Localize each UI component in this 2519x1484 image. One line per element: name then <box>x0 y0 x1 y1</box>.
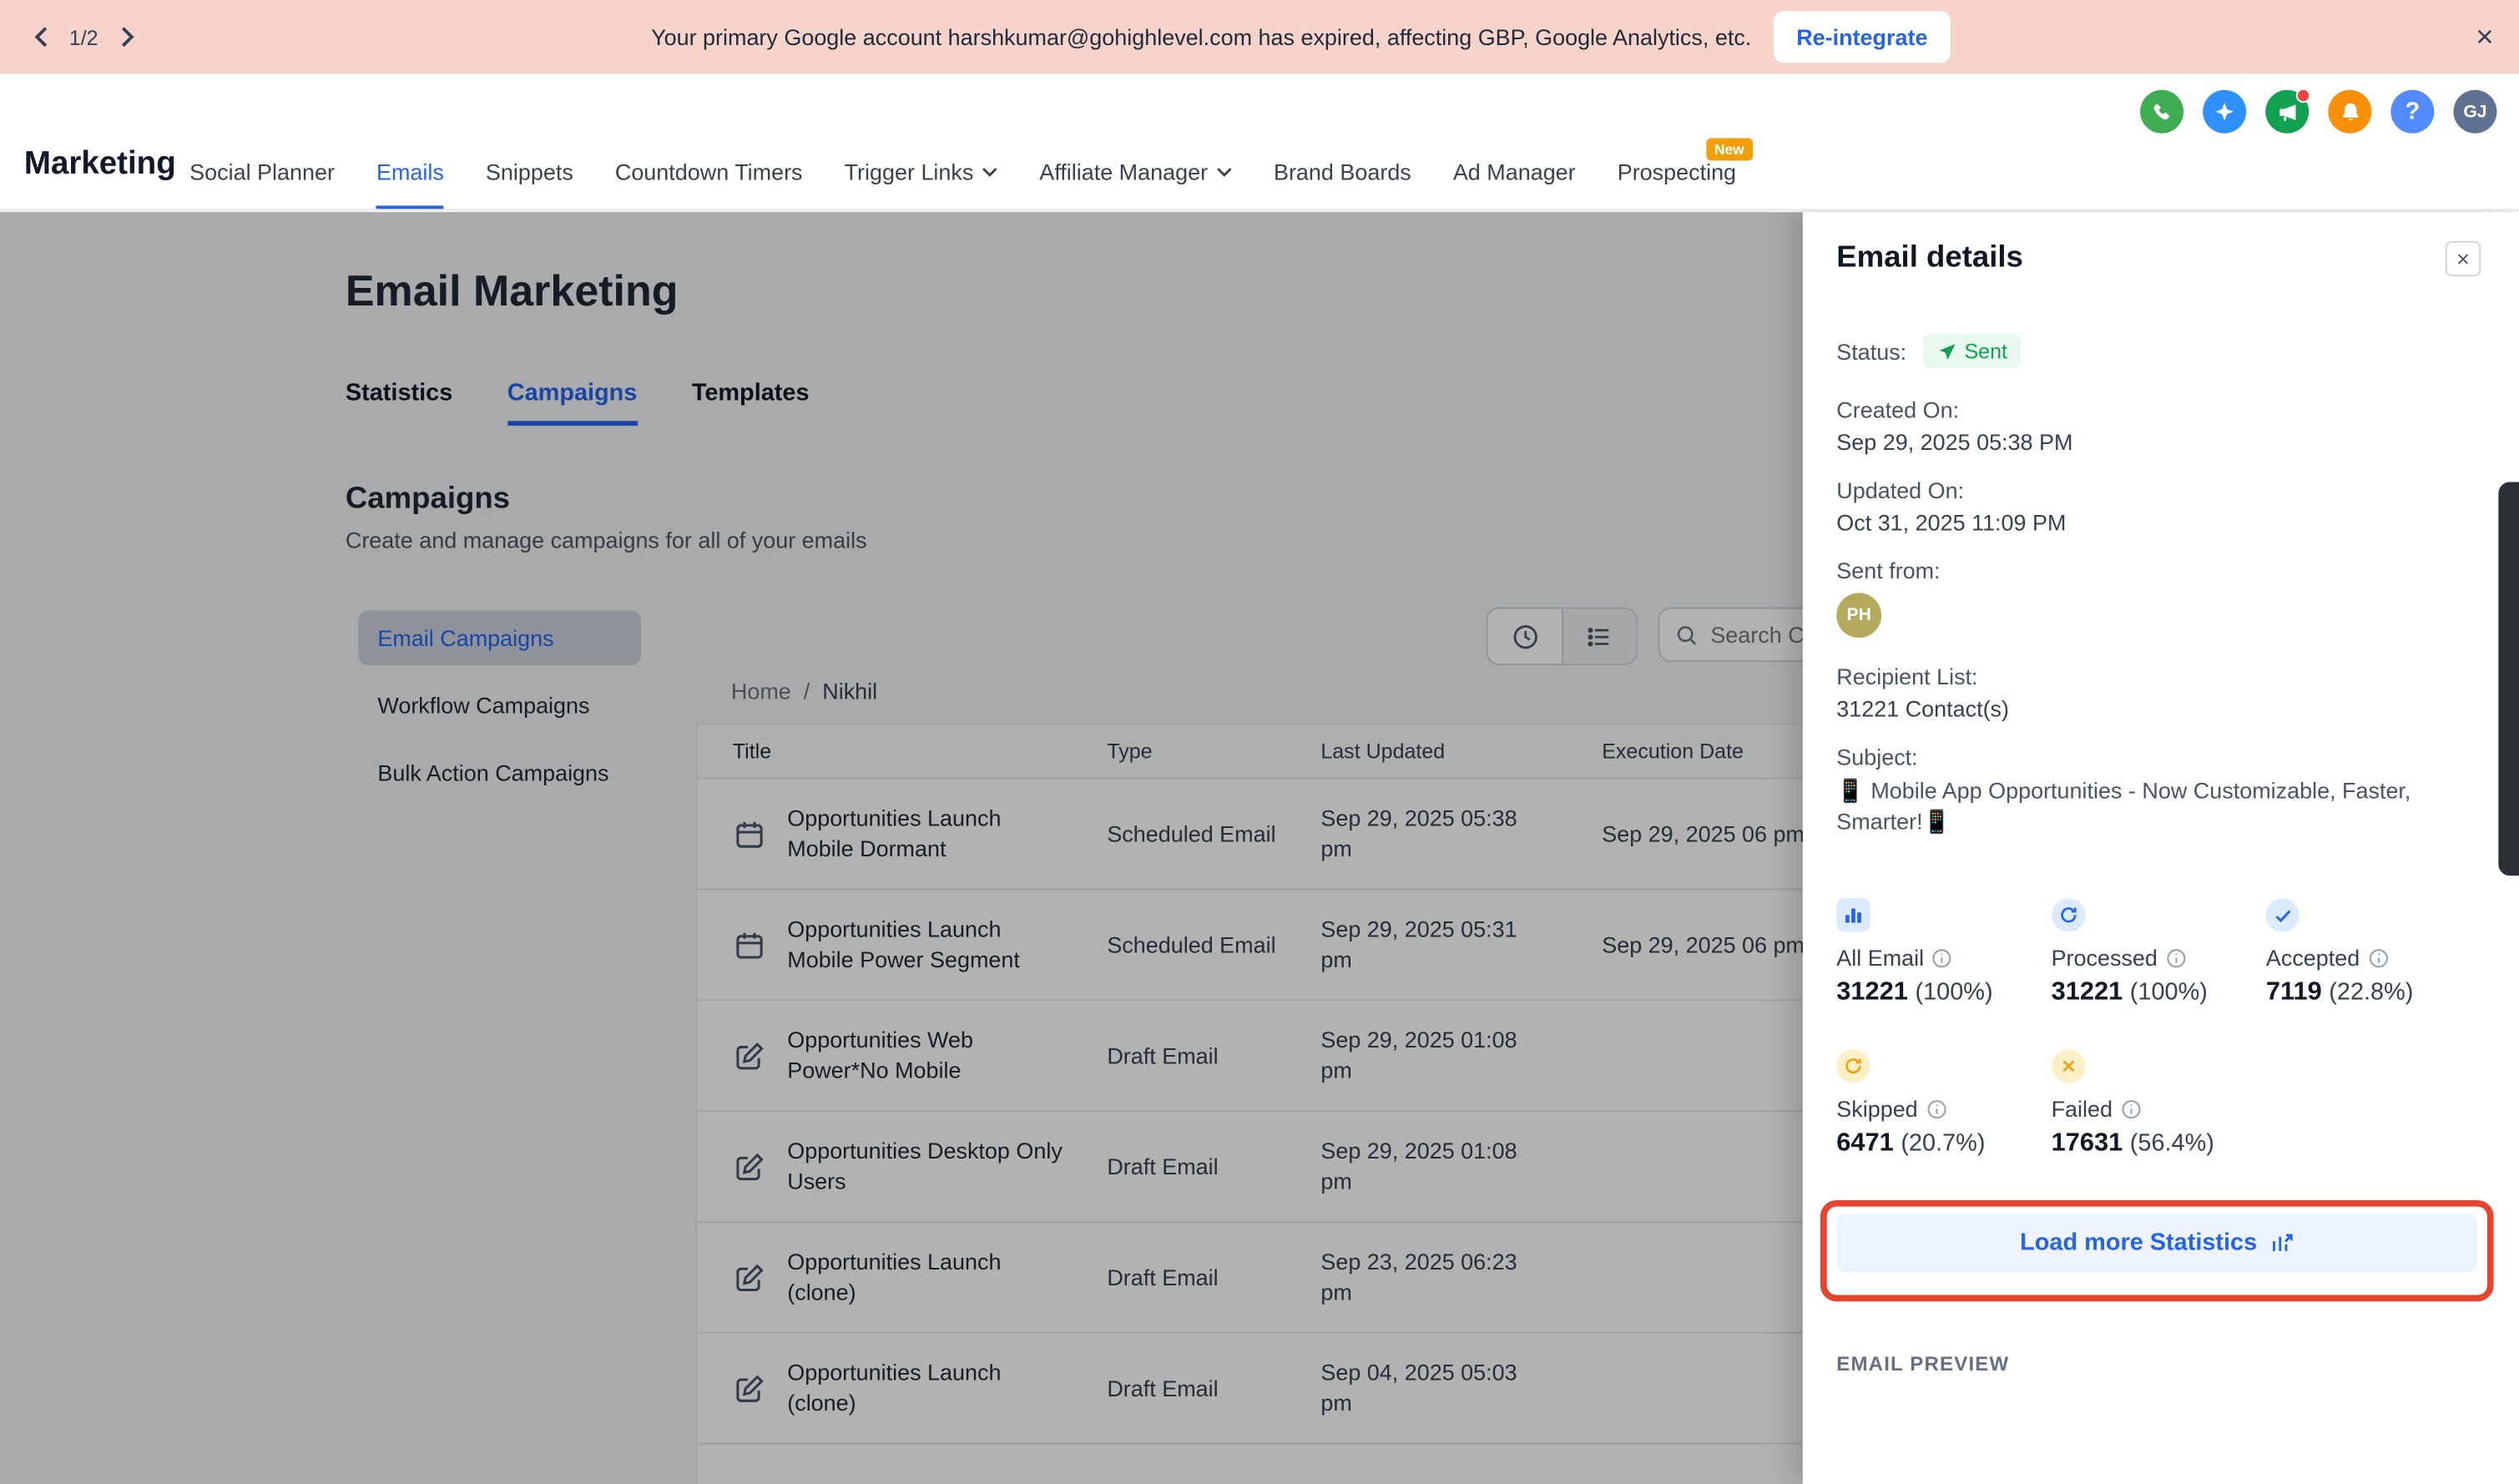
header-icon-row: ? GJ <box>2140 90 2496 134</box>
refresh-icon <box>2052 898 2085 931</box>
x-icon <box>2052 1049 2085 1083</box>
nav-item-ad-manager[interactable]: Ad Manager <box>1453 159 1576 209</box>
red-highlight-annotation: Load more Statistics <box>1820 1200 2494 1301</box>
banner-pagination: 1/2 <box>26 23 142 52</box>
stat-percent: (56.4%) <box>2130 1129 2214 1157</box>
stat-value: 31221 <box>1836 978 1908 1006</box>
avatar[interactable]: GJ <box>2453 90 2496 134</box>
chevron-down-icon <box>982 167 997 177</box>
created-on-label: Created On: <box>1836 396 2481 422</box>
nav-item-emails[interactable]: Emails <box>376 159 444 209</box>
updated-on-label: Updated On: <box>1836 477 2481 503</box>
phone-icon[interactable] <box>2140 90 2183 134</box>
close-icon[interactable]: × <box>2446 241 2481 276</box>
subject-label: Subject: <box>1836 744 2481 770</box>
nav-item-countdown-timers[interactable]: Countdown Timers <box>615 159 803 209</box>
bell-icon[interactable] <box>2328 90 2371 134</box>
new-badge: New <box>1706 139 1752 161</box>
stat-percent: (100%) <box>1916 978 1993 1006</box>
app-window: 1/2 Your primary Google account harshkum… <box>0 0 2519 1484</box>
load-more-statistics-button[interactable]: Load more Statistics <box>1836 1213 2477 1272</box>
banner-close-icon[interactable]: × <box>2476 22 2493 53</box>
recipient-list-value: 31221 Contact(s) <box>1836 696 2481 722</box>
updated-on-value: Oct 31, 2025 11:09 PM <box>1836 509 2481 535</box>
nav-item-social-planner[interactable]: Social Planner <box>189 159 335 209</box>
chevron-left-icon[interactable] <box>26 23 55 52</box>
panel-title: Email details <box>1836 241 2023 276</box>
banner-page-indicator: 1/2 <box>69 25 98 49</box>
ai-sparkle-icon[interactable] <box>2203 90 2246 134</box>
stat-percent: (20.7%) <box>1901 1129 1985 1157</box>
info-icon[interactable] <box>2368 947 2389 968</box>
stat-accepted: Accepted 7119 (22.8%) <box>2266 898 2481 1007</box>
page: 1/2 Your primary Google account harshkum… <box>0 0 2519 1484</box>
megaphone-icon[interactable] <box>2265 90 2309 134</box>
chevron-down-icon <box>1216 167 1232 177</box>
email-stats-grid: All Email 31221 (100%) Processed 31221 (… <box>1836 898 2481 1158</box>
stat-percent: (100%) <box>2130 978 2208 1006</box>
notification-dot <box>2296 88 2310 103</box>
sender-avatar[interactable]: PH <box>1836 593 1881 638</box>
refresh-icon <box>1836 1049 1870 1083</box>
info-icon[interactable] <box>2121 1098 2142 1119</box>
recipient-list-label: Recipient List: <box>1836 664 2481 689</box>
nav-item-prospecting[interactable]: Prospecting New <box>1618 159 1736 209</box>
chevron-right-icon[interactable] <box>113 23 142 52</box>
stat-failed: Failed 17631 (56.4%) <box>2052 1049 2266 1158</box>
send-icon <box>1937 341 1956 361</box>
check-icon <box>2266 898 2299 931</box>
stat-label: Skipped <box>1836 1096 1917 1122</box>
info-icon[interactable] <box>2166 947 2187 968</box>
nav-item-affiliate-manager[interactable]: Affiliate Manager <box>1039 159 1232 209</box>
subject-value: 📱 Mobile App Opportunities - Now Customi… <box>1836 776 2447 837</box>
stat-percent: (22.8%) <box>2329 978 2413 1006</box>
created-on-value: Sep 29, 2025 05:38 PM <box>1836 429 2481 455</box>
stat-label: Processed <box>2052 945 2158 971</box>
stat-label: Failed <box>2052 1096 2113 1122</box>
top-navigation-bar: Marketing Social Planner Emails Snippets… <box>0 74 2519 211</box>
nav-item-trigger-links[interactable]: Trigger Links <box>845 159 998 209</box>
alert-banner: 1/2 Your primary Google account harshkum… <box>0 0 2519 74</box>
status-badge: Sent <box>1922 334 2022 367</box>
stat-value: 7119 <box>2266 978 2322 1006</box>
info-icon[interactable] <box>1926 1098 1946 1119</box>
status-label: Status: <box>1836 338 1906 364</box>
stat-label: All Email <box>1836 945 1924 971</box>
stat-processed: Processed 31221 (100%) <box>2052 898 2266 1007</box>
email-preview-label: EMAIL PREVIEW <box>1836 1353 2481 1375</box>
page-title: Marketing <box>24 146 176 183</box>
reintegrate-button[interactable]: Re-integrate <box>1774 11 1950 63</box>
scrollbar-thumb[interactable] <box>2498 482 2519 876</box>
stat-all-email: All Email 31221 (100%) <box>1836 898 2051 1007</box>
bar-chart-icon <box>1836 898 1870 931</box>
nav-item-snippets[interactable]: Snippets <box>486 159 573 209</box>
stat-value: 6471 <box>1836 1129 1894 1157</box>
nav-item-brand-boards[interactable]: Brand Boards <box>1274 159 1411 209</box>
banner-message: Your primary Google account harshkumar@g… <box>651 24 1751 50</box>
main-nav: Social Planner Emails Snippets Countdown… <box>189 159 1736 209</box>
chart-up-icon <box>2270 1231 2294 1255</box>
stat-skipped: Skipped 6471 (20.7%) <box>1836 1049 2051 1158</box>
sent-from-label: Sent from: <box>1836 558 2481 583</box>
info-icon[interactable] <box>1932 947 1953 968</box>
stat-label: Accepted <box>2266 945 2360 971</box>
stat-value: 31221 <box>2052 978 2123 1006</box>
email-details-panel: Email details × Status: Sent Created On:… <box>1803 212 2519 1484</box>
stat-value: 17631 <box>2052 1129 2123 1157</box>
help-icon[interactable]: ? <box>2390 90 2434 134</box>
